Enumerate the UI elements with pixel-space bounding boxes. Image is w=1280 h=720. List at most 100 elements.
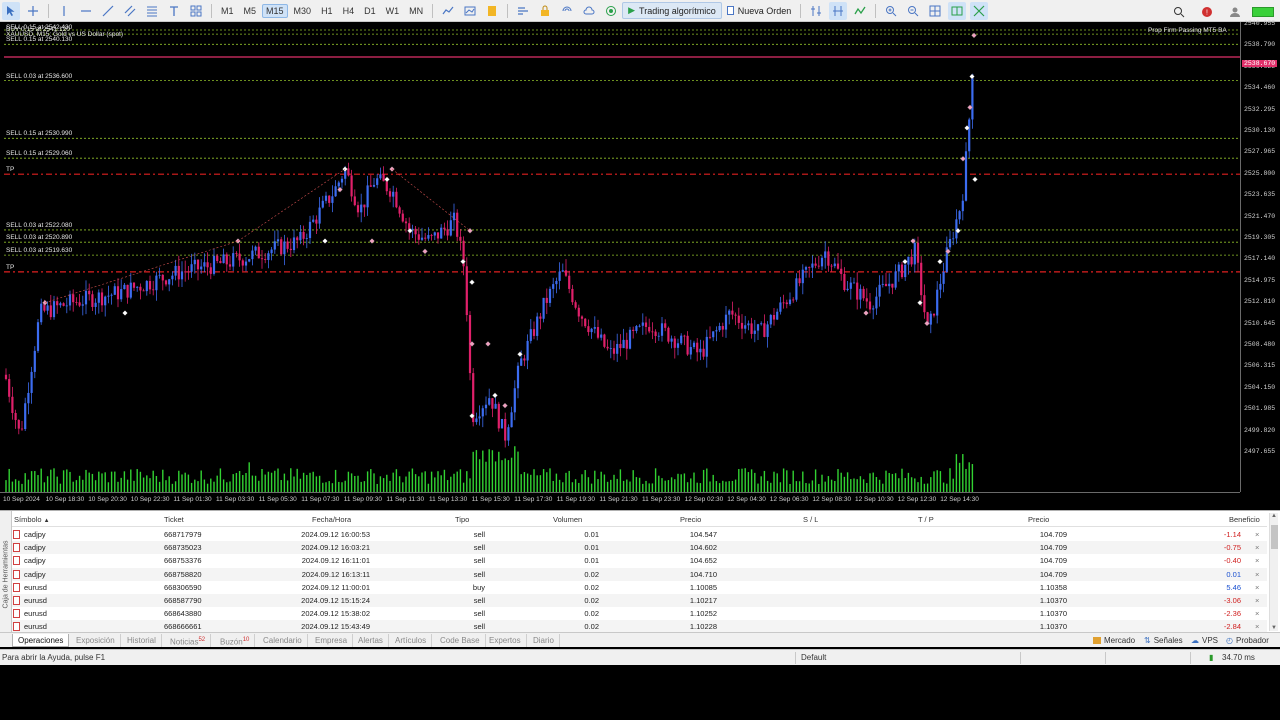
scroll-down-icon[interactable]: ▼ [1271, 625, 1277, 631]
column-symbol[interactable]: Símbolo ▲ [14, 513, 50, 527]
tab-code-base[interactable]: Code Base [435, 634, 486, 647]
market-tab[interactable]: Mercado [1093, 634, 1135, 647]
column-ticket[interactable]: Ticket [164, 513, 184, 527]
one-click-trading-icon[interactable] [807, 2, 825, 20]
trade-row[interactable]: eurusd 668306590 2024.09.12 11:00:01 buy 0.0… [12, 581, 1267, 594]
column-sl[interactable]: S / L [803, 513, 818, 527]
lock-icon[interactable] [536, 2, 554, 20]
tab-buz-n[interactable]: Buzón10 [215, 634, 256, 647]
take-profit-label[interactable]: TP [6, 264, 14, 271]
template-icon[interactable] [483, 2, 501, 20]
volume-bar [568, 470, 570, 492]
signals-tab[interactable]: ⇅ Señales [1144, 634, 1183, 647]
trade-row[interactable]: eurusd 668587790 2024.09.12 15:15:24 sell 0.… [12, 594, 1267, 607]
order-line-label[interactable]: SELL 0.03 at 2519.630 [6, 247, 72, 254]
column-current-price[interactable]: Precio [1028, 513, 1049, 527]
timeframe-m15[interactable]: M15 [262, 3, 288, 18]
timeframe-h1[interactable]: H1 [317, 4, 337, 18]
tab-operaciones[interactable]: Operaciones [12, 634, 70, 647]
new-order-button[interactable]: Nueva Orden [722, 4, 797, 18]
tab-noticias[interactable]: Noticias52 [165, 634, 212, 647]
take-profit-label[interactable]: TP [6, 166, 14, 173]
tester-tab[interactable]: ◴ Probador [1226, 634, 1269, 647]
auto-scroll-icon[interactable] [851, 2, 869, 20]
signal-icon[interactable] [558, 2, 576, 20]
toolbox-side-label[interactable]: Caja de Herramientas [0, 511, 12, 635]
scroll-thumb[interactable] [1271, 525, 1278, 549]
ping-value[interactable]: 34.70 ms [1222, 653, 1255, 662]
vertical-line-icon[interactable] [55, 2, 73, 20]
order-line-label[interactable]: SELL 0.03 at 2520.890 [6, 234, 72, 241]
timeframe-m5[interactable]: M5 [240, 4, 261, 18]
market-icon[interactable] [602, 2, 620, 20]
arrange-windows-icon[interactable] [970, 1, 989, 20]
timeframe-m30[interactable]: M30 [290, 4, 316, 18]
account-icon[interactable] [1226, 3, 1244, 21]
order-line-label[interactable]: SELL 0.03 at 2536.600 [6, 73, 72, 80]
close-position-icon[interactable]: × [1255, 594, 1259, 607]
column-tp[interactable]: T / P [918, 513, 934, 527]
tab-expertos[interactable]: Expertos [484, 634, 527, 647]
trade-row[interactable]: eurusd 668643880 2024.09.12 15:38:02 sell 0.… [12, 607, 1267, 620]
tab-exposici-n[interactable]: Exposición [71, 634, 121, 647]
price-axis[interactable]: 2540.9552538.7902536.6252534.4602532.295… [1240, 20, 1280, 492]
close-position-icon[interactable]: × [1255, 607, 1259, 620]
column-type[interactable]: Tipo [455, 513, 469, 527]
timeframe-w1[interactable]: W1 [382, 4, 404, 18]
timeframe-mn[interactable]: MN [405, 4, 427, 18]
timeframe-h4[interactable]: H4 [339, 4, 359, 18]
tab-calendario[interactable]: Calendario [258, 634, 308, 647]
channel-icon[interactable] [121, 2, 139, 20]
trade-row[interactable]: cadjpy 668753376 2024.09.12 16:11:01 sell 0.… [12, 554, 1267, 567]
crosshair-icon[interactable] [24, 2, 42, 20]
price-chart[interactable]: BUY 0.15 at 2541.120 SELL 0.15 at 2540.13… [0, 20, 1280, 508]
trade-scrollbar[interactable]: ▲ ▼ [1269, 513, 1278, 631]
close-position-icon[interactable]: × [1255, 528, 1259, 541]
expert-advisor-label[interactable]: Prop Firm Passing MT5 BA [1148, 27, 1227, 34]
notifications-icon[interactable]: ! [1198, 3, 1216, 21]
timeframe-m1[interactable]: M1 [217, 4, 238, 18]
profile-name[interactable]: Default [801, 653, 826, 662]
column-time[interactable]: Fecha/Hora [312, 513, 351, 527]
close-position-icon[interactable]: × [1255, 554, 1259, 567]
order-line-label[interactable]: SELL 0.15 at 2529.060 [6, 150, 72, 157]
time-axis[interactable]: 10 Sep 2024 10 Sep 18:30 10 Sep 20:30 10 Se… [0, 492, 1240, 508]
column-profit[interactable]: Beneficio [1229, 513, 1260, 527]
order-line-label[interactable]: SELL 0.15 at 2530.990 [6, 130, 72, 137]
algo-trading-button[interactable]: ▶ Trading algorítmico [622, 2, 722, 19]
search-icon[interactable] [1170, 3, 1188, 21]
cloud-icon[interactable] [580, 2, 598, 20]
horizontal-line-icon[interactable] [77, 2, 95, 20]
close-position-icon[interactable]: × [1255, 568, 1259, 581]
tab-diario[interactable]: Diario [528, 634, 560, 647]
shapes-icon[interactable] [187, 2, 205, 20]
fibonacci-icon[interactable] [143, 2, 161, 20]
close-position-icon[interactable]: × [1255, 541, 1259, 554]
grid-icon[interactable] [926, 2, 944, 20]
trendline-icon[interactable] [99, 2, 117, 20]
depth-of-market-icon[interactable] [514, 2, 532, 20]
order-line-label[interactable]: SELL 0.03 at 2522.080 [6, 222, 72, 229]
cursor-icon[interactable] [2, 1, 20, 20]
tab-empresa[interactable]: Empresa [310, 634, 354, 647]
vps-tab[interactable]: ☁ VPS [1191, 634, 1218, 647]
zoom-out-icon[interactable] [904, 2, 922, 20]
tab-art-culos[interactable]: Artículos [390, 634, 433, 647]
tab-alertas[interactable]: Alertas [353, 634, 389, 647]
scroll-up-icon[interactable]: ▲ [1271, 513, 1277, 519]
timeframe-d1[interactable]: D1 [360, 4, 380, 18]
tab-historial[interactable]: Historial [122, 634, 162, 647]
indicators-icon[interactable] [461, 2, 479, 20]
chart-type-icon[interactable] [439, 2, 457, 20]
text-tool-icon[interactable] [165, 2, 183, 20]
column-price[interactable]: Precio [680, 513, 701, 527]
shift-chart-icon[interactable] [829, 1, 848, 20]
close-position-icon[interactable]: × [1255, 581, 1259, 594]
trade-row[interactable]: cadjpy 668758820 2024.09.12 16:13:11 sell 0.… [12, 567, 1267, 581]
zoom-in-icon[interactable] [882, 2, 900, 20]
volume-bar [363, 481, 366, 492]
trade-row[interactable]: cadjpy 668717979 2024.09.12 16:00:53 sell 0.… [12, 528, 1267, 541]
trade-row[interactable]: cadjpy 668735023 2024.09.12 16:03:21 sell 0.… [12, 541, 1267, 555]
column-volume[interactable]: Volumen [553, 513, 582, 527]
tile-windows-icon[interactable] [948, 1, 967, 20]
